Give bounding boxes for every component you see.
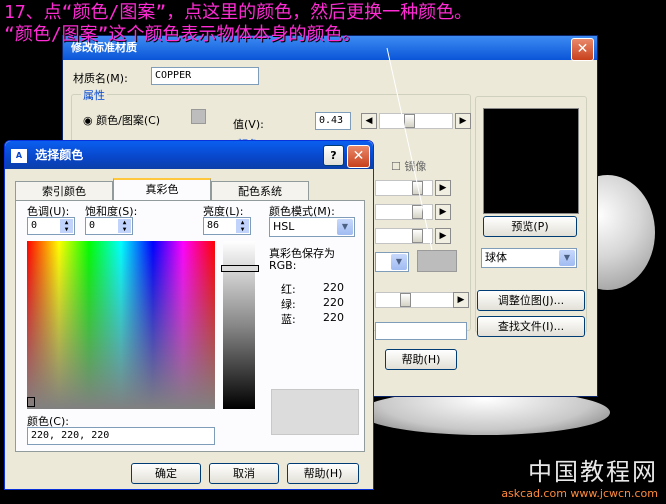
color-help-button[interactable]: 帮助(H) [287, 463, 359, 484]
select-color-close-button[interactable]: ✕ [347, 145, 370, 168]
green-value: 220 [323, 296, 344, 309]
spin-up-icon[interactable]: ▲ [236, 219, 249, 226]
color-mode-select[interactable]: HSL ▼ [269, 217, 355, 237]
luminance-value: 86 [207, 220, 220, 231]
app-icon: A [11, 148, 27, 163]
saturation-value: 0 [89, 220, 96, 231]
blue-value: 220 [323, 311, 344, 324]
red-label: 红: [281, 283, 296, 296]
watermark-line1: 中国教程网 [528, 458, 658, 486]
select-color-dialog: A 选择颜色 ? ✕ 索引颜色 真彩色 配色系统 色调(U): 0 ▲ ▼ 饱和度… [4, 140, 374, 490]
select-color-titlebar: A 选择颜色 ? ✕ [5, 141, 373, 169]
help-question-button[interactable]: ? [323, 145, 344, 166]
saturation-spinner[interactable]: 0 ▲ ▼ [85, 217, 133, 235]
luminance-spinner[interactable]: 86 ▲ ▼ [203, 217, 251, 235]
hue-spinner[interactable]: 0 ▲ ▼ [27, 217, 75, 235]
spin-down-icon[interactable]: ▼ [236, 226, 249, 233]
tab-color-books[interactable]: 配色系统 [211, 181, 309, 201]
color-spectrum[interactable] [27, 241, 215, 409]
select-color-title: 选择颜色 [35, 148, 84, 162]
blue-label: 蓝: [281, 313, 296, 326]
green-label: 绿: [281, 298, 296, 311]
luminance-slider-thumb[interactable] [221, 265, 259, 272]
spectrum-crosshair[interactable] [27, 397, 35, 407]
spin-up-icon[interactable]: ▲ [60, 219, 73, 226]
ok-button[interactable]: 确定 [131, 463, 201, 484]
tab-index-color[interactable]: 索引颜色 [15, 181, 113, 201]
tab-true-color[interactable]: 真彩色 [113, 178, 211, 201]
watermark-line2: askcad.com www.jcwcn.com [501, 487, 658, 500]
cancel-button[interactable]: 取消 [209, 463, 279, 484]
chevron-down-icon: ▼ [337, 219, 353, 235]
color-mode-value: HSL [273, 220, 295, 233]
hue-value: 0 [31, 220, 38, 231]
watermark: 中国教程网 askcad.com www.jcwcn.com [501, 452, 658, 500]
red-value: 220 [323, 281, 344, 294]
spin-down-icon[interactable]: ▼ [118, 226, 131, 233]
rgb-label: RGB: [269, 259, 297, 272]
color-value-input[interactable]: 220, 220, 220 [27, 427, 215, 445]
spin-up-icon[interactable]: ▲ [118, 219, 131, 226]
color-preview-swatch [271, 389, 359, 435]
spin-down-icon[interactable]: ▼ [60, 226, 73, 233]
